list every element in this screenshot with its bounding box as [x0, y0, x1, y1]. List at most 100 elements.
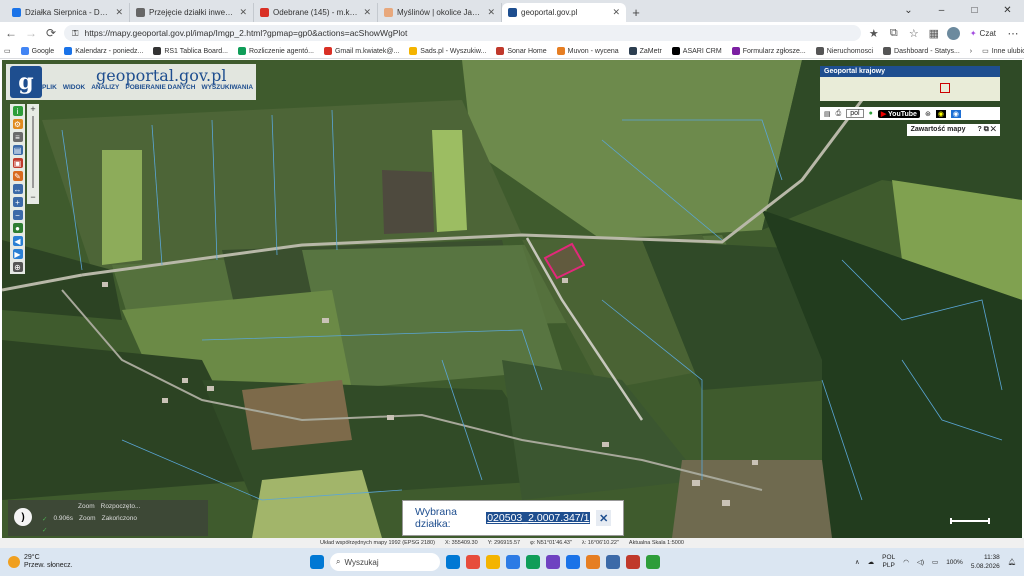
- bookmark-item[interactable]: ZaMetr: [628, 47, 662, 55]
- menu-item[interactable]: PLIK: [42, 84, 57, 91]
- measure-icon[interactable]: ↔: [12, 184, 23, 194]
- battery-icon[interactable]: ▭: [932, 558, 938, 566]
- close-tab-icon[interactable]: ✕: [612, 7, 620, 18]
- bookmark-item[interactable]: Nieruchomosci: [815, 47, 873, 55]
- taskbar-app-icon[interactable]: [486, 555, 500, 569]
- draw-icon[interactable]: ✎: [12, 171, 23, 181]
- browser-tab[interactable]: Działka Sierpnica - Dysk Google✕: [6, 3, 130, 22]
- taskbar-app-icon[interactable]: [646, 555, 660, 569]
- collections-icon[interactable]: ▦: [927, 27, 941, 40]
- bookmark-star-icon[interactable]: ★: [867, 27, 881, 40]
- zoom-out-icon[interactable]: −: [12, 210, 23, 220]
- browser-tab[interactable]: Odebrane (145) - m.kwiatek@mu✕: [254, 3, 378, 22]
- new-tab-button[interactable]: +: [626, 3, 646, 22]
- bookmark-item[interactable]: ASARI CRM: [671, 47, 722, 55]
- taskbar-app-icon[interactable]: [526, 555, 540, 569]
- back-icon[interactable]: ←: [4, 26, 18, 40]
- favorites-icon[interactable]: ☆: [907, 27, 921, 40]
- maximize-icon[interactable]: □: [958, 0, 991, 20]
- menu-item[interactable]: WYSZUKIWANIA: [201, 84, 253, 91]
- close-tab-icon[interactable]: ✕: [239, 7, 247, 18]
- bookmark-item[interactable]: Gmail m.kwiatek@...: [323, 47, 399, 55]
- browser-tab[interactable]: geoportal.gov.pl ✕: [502, 3, 626, 22]
- taskbar-app-icon[interactable]: [546, 555, 560, 569]
- taskbar-app-icon[interactable]: [566, 555, 580, 569]
- browser-tab[interactable]: Myślinów | okolice Jawora - Muvo ✕: [378, 3, 502, 22]
- help-small-icon[interactable]: ?: [977, 126, 981, 133]
- youtube-button[interactable]: ▶ YouTube: [877, 109, 920, 118]
- zoom-out-button[interactable]: −: [27, 192, 39, 202]
- chat-button[interactable]: ✦ Czat: [966, 29, 1000, 38]
- map-contents-header[interactable]: Zawartość mapy ? ⧉ ✕: [906, 124, 1000, 136]
- detach-icon[interactable]: ⧉: [984, 126, 989, 133]
- clock[interactable]: 11:38 5.08.2026: [971, 553, 1000, 571]
- zoom-in-button[interactable]: +: [27, 104, 39, 114]
- taskbar-app-icon[interactable]: [446, 555, 460, 569]
- forward-arrow-icon[interactable]: ▶: [12, 249, 23, 259]
- menu-item[interactable]: ANALIZY: [91, 84, 119, 91]
- bookmarks-more-icon[interactable]: ›: [970, 48, 972, 55]
- bookmark-item[interactable]: Sonar Home: [496, 47, 547, 55]
- zoom-track[interactable]: [32, 116, 34, 188]
- selected-plot-value[interactable]: 020503_2.0007.347/1: [486, 512, 591, 524]
- close-tab-icon[interactable]: ✕: [115, 7, 123, 18]
- print-icon[interactable]: ▤: [12, 145, 23, 155]
- taskbar-app-icon[interactable]: [466, 555, 480, 569]
- overview-minimap[interactable]: [820, 77, 1000, 101]
- close-popup-button[interactable]: ✕: [596, 510, 611, 526]
- taskbar-search[interactable]: ⌕ Wyszukaj: [330, 553, 440, 571]
- help-icon[interactable]: ●: [869, 110, 873, 117]
- start-icon[interactable]: [310, 555, 324, 569]
- taskbar-app-icon[interactable]: [586, 555, 600, 569]
- cloud-icon[interactable]: ☁: [868, 558, 875, 566]
- close-window-icon[interactable]: ✕: [991, 0, 1024, 20]
- close-small-icon[interactable]: ✕: [991, 126, 996, 133]
- plot-icon[interactable]: ▣: [12, 158, 23, 168]
- wifi-icon[interactable]: ◠: [903, 558, 909, 566]
- print-map-icon[interactable]: ⎙: [836, 110, 842, 118]
- info-icon[interactable]: i: [12, 106, 23, 116]
- bookmark-item[interactable]: Google: [20, 47, 54, 55]
- language-select[interactable]: pol: [846, 109, 864, 118]
- taskbar-app-icon[interactable]: [506, 555, 520, 569]
- tab-search-icon[interactable]: ⌄: [892, 0, 925, 20]
- visibility-icon[interactable]: ◉: [950, 109, 962, 118]
- map-view[interactable]: g geoportal.gov.pl PLIK WIDOK ANALIZY POBIE…: [2, 60, 1022, 538]
- bookmark-item[interactable]: Dashboard - Statys...: [883, 47, 960, 55]
- browser-tab[interactable]: Przejęcie działki inwestycyjnej✕: [130, 3, 254, 22]
- accessibility-icon[interactable]: ⊛: [925, 110, 931, 118]
- chevron-up-icon[interactable]: ∧: [855, 558, 860, 566]
- extensions-icon[interactable]: ⧉: [887, 27, 901, 40]
- contrast-icon[interactable]: ◉: [935, 109, 946, 118]
- bookmark-item[interactable]: Rozliczenie agentó...: [238, 47, 314, 55]
- zoom-in-icon[interactable]: +: [12, 197, 23, 207]
- bookmark-item[interactable]: Sads.pl - Wyszukiw...: [409, 47, 486, 55]
- close-tab-icon[interactable]: ✕: [487, 7, 495, 18]
- taskbar-app-icon[interactable]: [606, 555, 620, 569]
- bookmark-item[interactable]: Muvon - wycena: [556, 47, 619, 55]
- forward-icon[interactable]: →: [24, 26, 38, 40]
- menu-item[interactable]: WIDOK: [63, 84, 85, 91]
- volume-icon[interactable]: ◁): [917, 558, 924, 566]
- bookmark-item[interactable]: Kalendarz - poniedz...: [64, 47, 143, 55]
- language-indicator[interactable]: POL PLP: [882, 554, 895, 570]
- site-info-icon[interactable]: ⚿: [72, 28, 78, 39]
- orthophoto-map[interactable]: [2, 60, 1022, 538]
- other-bookmarks[interactable]: ▭Inne ulubione: [982, 47, 1024, 56]
- minimize-icon[interactable]: –: [925, 0, 958, 20]
- taskbar-app-icon[interactable]: [626, 555, 640, 569]
- more-menu-icon[interactable]: ⋯: [1006, 27, 1020, 40]
- reload-icon[interactable]: ⟳: [44, 26, 58, 40]
- menu-item[interactable]: POBIERANIE DANYCH: [125, 84, 195, 91]
- url-input[interactable]: ⚿ https://mapy.geoportal.gov.pl/imap/Img…: [64, 25, 861, 41]
- back-arrow-icon[interactable]: ◀: [12, 236, 23, 246]
- bookmark-item[interactable]: Formularz zgłosze...: [731, 47, 806, 55]
- geoportal-logo-icon[interactable]: g: [10, 66, 42, 98]
- settings-icon[interactable]: ⚙: [12, 119, 23, 129]
- profile-avatar[interactable]: [946, 26, 960, 40]
- bookmark-item[interactable]: RS1 Tablica Board...: [153, 47, 228, 55]
- weather-widget[interactable]: 29°C Przew. słonecz.: [0, 554, 240, 570]
- crosshair-icon[interactable]: ⊕: [12, 262, 23, 272]
- notifications-icon[interactable]: 🔔︎: [1008, 558, 1016, 566]
- globe-icon[interactable]: ●: [12, 223, 23, 233]
